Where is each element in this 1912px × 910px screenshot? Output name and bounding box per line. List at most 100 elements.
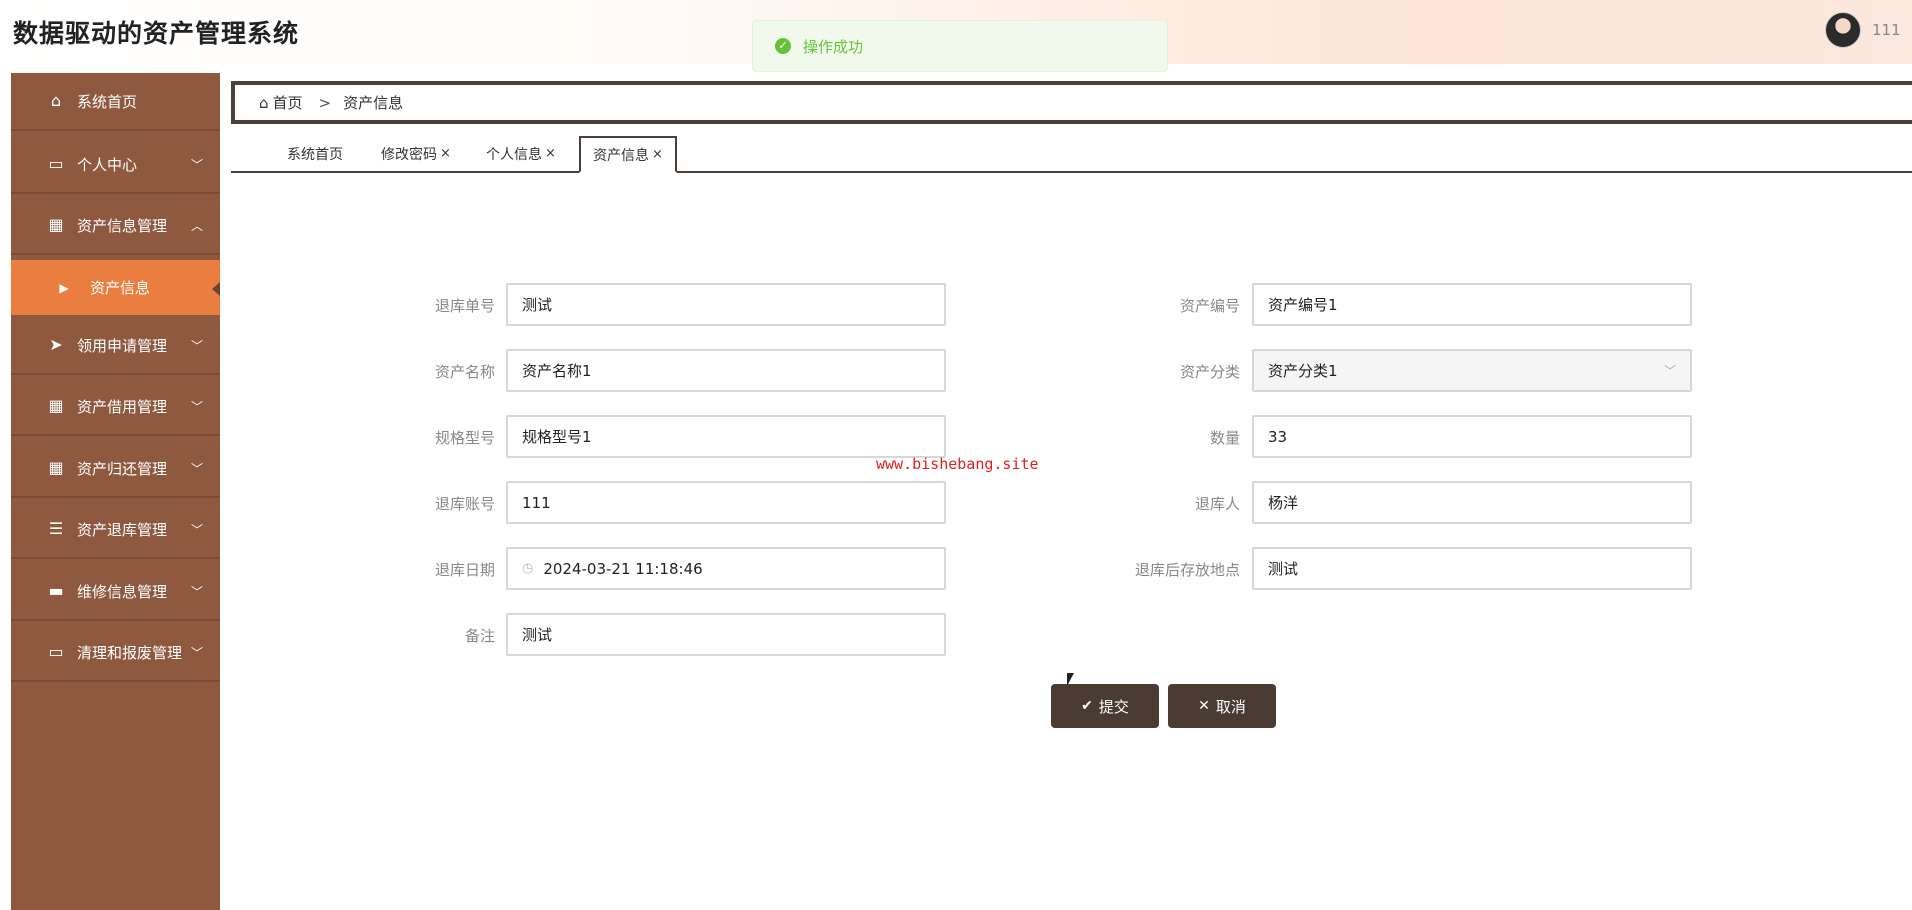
sidebar-item-label: 资产信息管理 xyxy=(77,216,168,235)
return-person-label: 退库人 xyxy=(1194,495,1240,513)
quantity-label: 数量 xyxy=(1209,429,1240,447)
user-avatar[interactable] xyxy=(1825,12,1861,48)
check-circle-icon: ✓ xyxy=(775,38,791,54)
asset-category-label: 资产分类 xyxy=(1179,363,1240,381)
close-icon[interactable]: × xyxy=(652,147,663,162)
printer-icon: ▬ xyxy=(48,581,64,600)
sidebar-item-borrow[interactable]: ▦ 资产借用管理 ﹀ xyxy=(11,378,220,436)
chevron-down-icon: ﹀ xyxy=(191,338,204,353)
list-icon: ☰ xyxy=(48,519,64,538)
grid-icon: ▦ xyxy=(48,458,64,477)
storage-location-label: 退库后存放地点 xyxy=(1134,561,1240,579)
caret-right-icon: ▶ xyxy=(59,280,69,295)
monitor-icon: ▭ xyxy=(48,642,64,661)
chevron-down-icon: ﹀ xyxy=(191,461,204,476)
remark-label: 备注 xyxy=(464,627,495,645)
tab-bar: 系统首页 修改密码 × 个人信息 × 资产信息 × xyxy=(231,134,1912,173)
select-value: 资产分类1 xyxy=(1268,362,1338,380)
sidebar-item-label: 个人中心 xyxy=(77,155,138,174)
input-value: 杨洋 xyxy=(1268,494,1299,512)
sidebar-item-disposal[interactable]: ▭ 清理和报废管理 ﹀ xyxy=(11,624,220,682)
active-marker xyxy=(212,282,220,296)
quantity-input[interactable]: 33 xyxy=(1252,415,1692,458)
tab-personal-info[interactable]: 个人信息 × xyxy=(482,136,560,171)
tab-label: 个人信息 xyxy=(486,146,543,163)
username[interactable]: 111 xyxy=(1872,21,1901,39)
sidebar-item-label: 资产借用管理 xyxy=(77,397,168,416)
sidebar-item-asset-info-management[interactable]: ▦ 资产信息管理 ︿ xyxy=(11,197,220,255)
input-value: 111 xyxy=(522,493,551,512)
sidebar-item-label: 系统首页 xyxy=(77,92,138,111)
close-icon[interactable]: × xyxy=(440,146,451,161)
sidebar-item-label: 资产退库管理 xyxy=(77,520,168,539)
check-icon: ✔ xyxy=(1081,698,1093,714)
chevron-down-icon: ﹀ xyxy=(191,645,204,660)
breadcrumb-separator: > xyxy=(318,93,332,112)
asset-no-label: 资产编号 xyxy=(1179,297,1240,315)
sidebar-item-stock-return[interactable]: ☰ 资产退库管理 ﹀ xyxy=(11,501,220,559)
return-account-input[interactable]: 111 xyxy=(506,481,946,524)
return-account-label: 退库账号 xyxy=(434,495,495,513)
mouse-cursor xyxy=(1067,673,1074,686)
home-icon: ⌂ xyxy=(259,93,269,112)
input-value: 资产名称1 xyxy=(522,362,592,380)
clock-icon: ◷ xyxy=(522,561,534,576)
input-value: 2024-03-21 11:18:46 xyxy=(543,559,703,578)
sidebar-item-asset-info[interactable]: ▶ 资产信息 xyxy=(11,260,220,315)
tab-label: 修改密码 xyxy=(381,146,438,163)
chevron-down-icon: ﹀ xyxy=(191,399,204,414)
sidebar-item-label: 领用申请管理 xyxy=(77,336,168,355)
sidebar-item-requisition[interactable]: ➤ 领用申请管理 ﹀ xyxy=(11,317,220,375)
toast-message: 操作成功 xyxy=(803,37,864,56)
spec-model-label: 规格型号 xyxy=(434,429,495,447)
cancel-button[interactable]: ✕ 取消 xyxy=(1168,684,1276,728)
return-no-input[interactable]: 测试 xyxy=(506,283,946,326)
submit-label: 提交 xyxy=(1098,697,1129,716)
tab-home[interactable]: 系统首页 xyxy=(274,136,356,171)
asset-name-label: 资产名称 xyxy=(434,363,495,381)
return-date-picker[interactable]: ◷ 2024-03-21 11:18:46 xyxy=(506,547,946,590)
sidebar-item-home[interactable]: ⌂ 系统首页 xyxy=(11,73,220,131)
return-no-label: 退库单号 xyxy=(434,297,495,315)
grid-icon: ▦ xyxy=(48,215,64,234)
asset-category-select[interactable]: 资产分类1 ﹀ xyxy=(1252,349,1692,392)
asset-no-input[interactable]: 资产编号1 xyxy=(1252,283,1692,326)
send-icon: ➤ xyxy=(49,335,63,354)
chevron-down-icon: ﹀ xyxy=(1663,364,1676,378)
breadcrumb-current: 资产信息 xyxy=(343,94,404,112)
spec-model-input[interactable]: 规格型号1 xyxy=(506,415,946,458)
submit-button[interactable]: ✔ 提交 xyxy=(1051,684,1159,728)
cancel-label: 取消 xyxy=(1215,697,1246,716)
input-value: 测试 xyxy=(522,296,553,314)
tab-label: 资产信息 xyxy=(593,147,650,164)
input-value: 规格型号1 xyxy=(522,428,592,446)
chevron-down-icon: ﹀ xyxy=(191,584,204,599)
tab-change-password[interactable]: 修改密码 × xyxy=(377,136,455,171)
tab-asset-info[interactable]: 资产信息 × xyxy=(579,136,677,173)
return-date-label: 退库日期 xyxy=(434,561,495,579)
storage-location-input[interactable]: 测试 xyxy=(1252,547,1692,590)
chevron-down-icon: ﹀ xyxy=(191,157,204,172)
tab-label: 系统首页 xyxy=(287,146,343,163)
sidebar-item-return[interactable]: ▦ 资产归还管理 ﹀ xyxy=(11,440,220,498)
chevron-down-icon: ﹀ xyxy=(191,522,204,537)
sidebar-item-label: 清理和报废管理 xyxy=(77,643,183,662)
remark-input[interactable]: 测试 xyxy=(506,613,946,656)
sidebar-item-label: 维修信息管理 xyxy=(77,582,168,601)
grid-icon: ▦ xyxy=(48,396,64,415)
sidebar-item-personal-center[interactable]: ▭ 个人中心 ﹀ xyxy=(11,136,220,194)
sidebar-item-repair[interactable]: ▬ 维修信息管理 ﹀ xyxy=(11,563,220,621)
sidebar: ⌂ 系统首页 ▭ 个人中心 ﹀ ▦ 资产信息管理 ︿ ▶ 资产信息 ➤ 领用申请… xyxy=(11,73,220,910)
return-person-input[interactable]: 杨洋 xyxy=(1252,481,1692,524)
breadcrumb-home[interactable]: 首页 xyxy=(273,92,303,113)
close-icon: ✕ xyxy=(1198,698,1210,714)
input-value: 资产编号1 xyxy=(1268,296,1338,314)
input-value: 测试 xyxy=(1268,560,1299,578)
asset-name-input[interactable]: 资产名称1 xyxy=(506,349,946,392)
home-icon: ⌂ xyxy=(50,91,62,110)
sidebar-item-label: 资产归还管理 xyxy=(77,459,168,478)
chevron-up-icon: ︿ xyxy=(191,218,204,233)
close-icon[interactable]: × xyxy=(545,146,556,161)
sidebar-item-label: 资产信息 xyxy=(90,279,151,297)
watermark-text: www.bishebang.site xyxy=(876,455,1039,473)
